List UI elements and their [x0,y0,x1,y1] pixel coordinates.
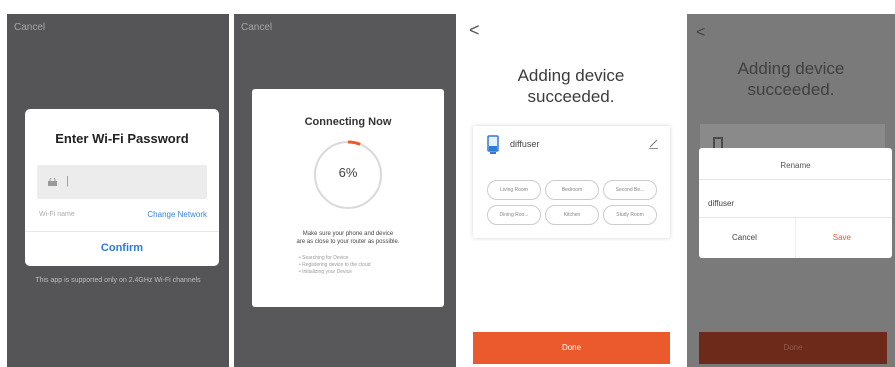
step-item: Initializing your Device [299,269,371,276]
text-cursor: | [66,175,69,187]
save-button[interactable]: Save [833,233,851,242]
wifi-support-note: This app is supported only on 2.4GHz Wi-… [35,277,201,284]
wifi-password-screen: Cancel Enter Wi-Fi Password | Wi-Fi name… [7,14,229,367]
back-button[interactable]: < [469,20,480,41]
room-chip[interactable]: Bedroom [545,180,599,200]
cancel-button[interactable]: Cancel [732,233,757,242]
step-item: Registering device to the cloud [299,262,370,269]
room-chip[interactable]: Living Room [487,180,541,200]
device-card: diffuser Living Room Bedroom Second Be..… [473,126,670,238]
device-added-screen: < Adding device succeeded. diffuser Livi… [460,14,682,367]
room-selector: Living Room Bedroom Second Be... Dining … [487,180,663,225]
title-line: succeeded. [527,87,615,106]
rename-input[interactable]: diffuser [708,199,734,208]
progress-percent: 6% [338,165,358,180]
connecting-dialog: Connecting Now 6% Make sure your phone a… [252,89,444,307]
connecting-screen: Cancel Connecting Now 6% Make sure your … [234,14,456,367]
rename-dialog: Rename diffuser Cancel Save [699,148,892,258]
change-network-link[interactable]: Change Network [147,210,207,219]
confirm-button[interactable]: Confirm [25,242,219,254]
divider [25,231,219,232]
connection-instructions: Make sure your phone and device are as c… [258,230,438,246]
done-button: Done [699,332,887,364]
wifi-name-label: Wi-Fi name [39,211,75,218]
pencil-icon[interactable] [648,138,659,149]
diffuser-icon [487,135,499,154]
lock-icon [48,178,57,186]
room-chip[interactable]: Dining Roo... [487,205,541,225]
password-input[interactable]: | [37,165,207,199]
done-button[interactable]: Done [473,332,670,364]
room-chip[interactable]: Study Room [603,205,657,225]
room-chip[interactable]: Kitchen [545,205,599,225]
page-title: Adding device succeeded. [687,58,895,100]
page-title: Adding device succeeded. [460,65,682,107]
connection-steps: Searching for Device Registering device … [299,255,371,276]
back-button[interactable]: < [696,24,705,42]
wifi-password-dialog: Enter Wi-Fi Password | Wi-Fi name Change… [25,109,219,266]
instruction-line: Make sure your phone and device [302,231,394,237]
title-line: Adding device [517,66,625,85]
dialog-title: Rename [780,161,811,170]
room-chip[interactable]: Second Be... [603,180,657,200]
divider [795,218,796,258]
title-line: succeeded. [747,80,835,99]
step-item: Searching for Device [299,255,371,262]
instruction-line: are as close to your router as possible. [296,239,400,245]
title-line: Adding device [737,59,845,78]
device-name: diffuser [510,139,540,149]
cancel-button[interactable]: Cancel [14,22,45,33]
dialog-title: Connecting Now [304,116,392,128]
dialog-title: Enter Wi-Fi Password [55,131,189,146]
rename-screen: < Adding device succeeded. Rename diffus… [687,14,895,367]
divider [699,179,892,180]
cancel-button[interactable]: Cancel [241,22,272,33]
